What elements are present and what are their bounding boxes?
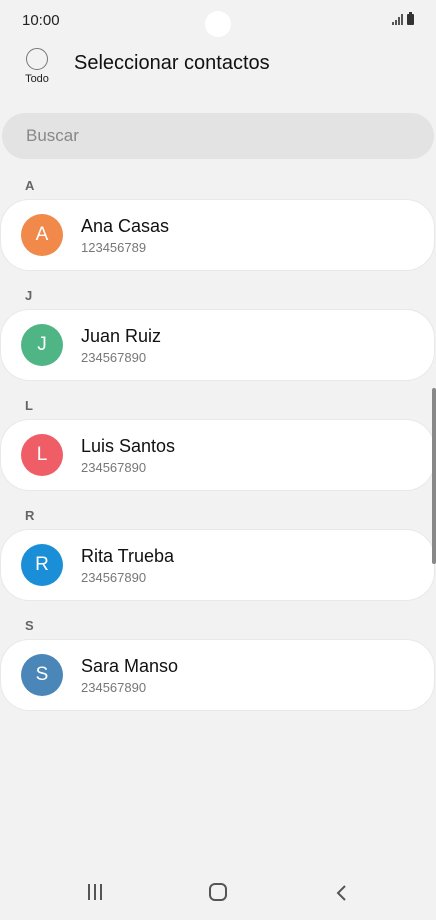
section-header-l: L (25, 398, 33, 413)
contact-item[interactable]: S Sara Manso 234567890 (1, 640, 434, 710)
back-icon[interactable] (335, 884, 349, 901)
checkbox-circle-icon (26, 48, 48, 70)
contact-name: Ana Casas (81, 216, 170, 236)
contact-number: 234567890 (81, 460, 147, 475)
section-header-a: A (25, 178, 35, 193)
section-header-r: R (25, 508, 35, 523)
contact-item[interactable]: R Rita Trueba 234567890 (1, 530, 434, 600)
select-all-label: Todo (25, 73, 49, 85)
recent-apps-icon[interactable] (88, 884, 102, 900)
avatar: J (21, 324, 63, 366)
contact-number: 234567890 (81, 570, 147, 585)
contact-number: 234567890 (81, 350, 147, 365)
section-header-j: J (25, 288, 33, 303)
front-camera (205, 11, 231, 37)
header: Todo Seleccionar contactos (0, 40, 436, 96)
scrollbar[interactable] (432, 388, 436, 564)
avatar: R (21, 544, 63, 586)
contact-item[interactable]: J Juan Ruiz 234567890 (1, 310, 434, 380)
contact-item[interactable]: L Luis Santos 234567890 (1, 420, 434, 490)
status-bar: 10:00 (0, 0, 436, 40)
search-placeholder: Buscar (26, 126, 79, 145)
avatar: A (21, 214, 63, 256)
status-time: 10:00 (22, 12, 60, 29)
contact-name: Sara Manso (81, 656, 179, 676)
home-icon[interactable] (209, 883, 227, 901)
contact-item[interactable]: A Ana Casas 123456789 (1, 200, 434, 270)
contact-name: Luis Santos (81, 436, 176, 456)
contact-number: 234567890 (81, 680, 147, 695)
signal-icon (392, 13, 403, 25)
select-all-checkbox[interactable]: Todo (22, 46, 52, 90)
avatar: S (21, 654, 63, 696)
battery-icon (407, 12, 414, 25)
page-title: Seleccionar contactos (74, 52, 270, 74)
navigation-bar (0, 866, 436, 920)
contact-name: Rita Trueba (81, 546, 175, 566)
search-input[interactable]: Buscar (2, 113, 434, 159)
contact-number: 123456789 (81, 240, 147, 255)
section-header-s: S (25, 618, 34, 633)
contact-name: Juan Ruiz (81, 326, 162, 346)
status-icons (392, 12, 414, 25)
avatar: L (21, 434, 63, 476)
